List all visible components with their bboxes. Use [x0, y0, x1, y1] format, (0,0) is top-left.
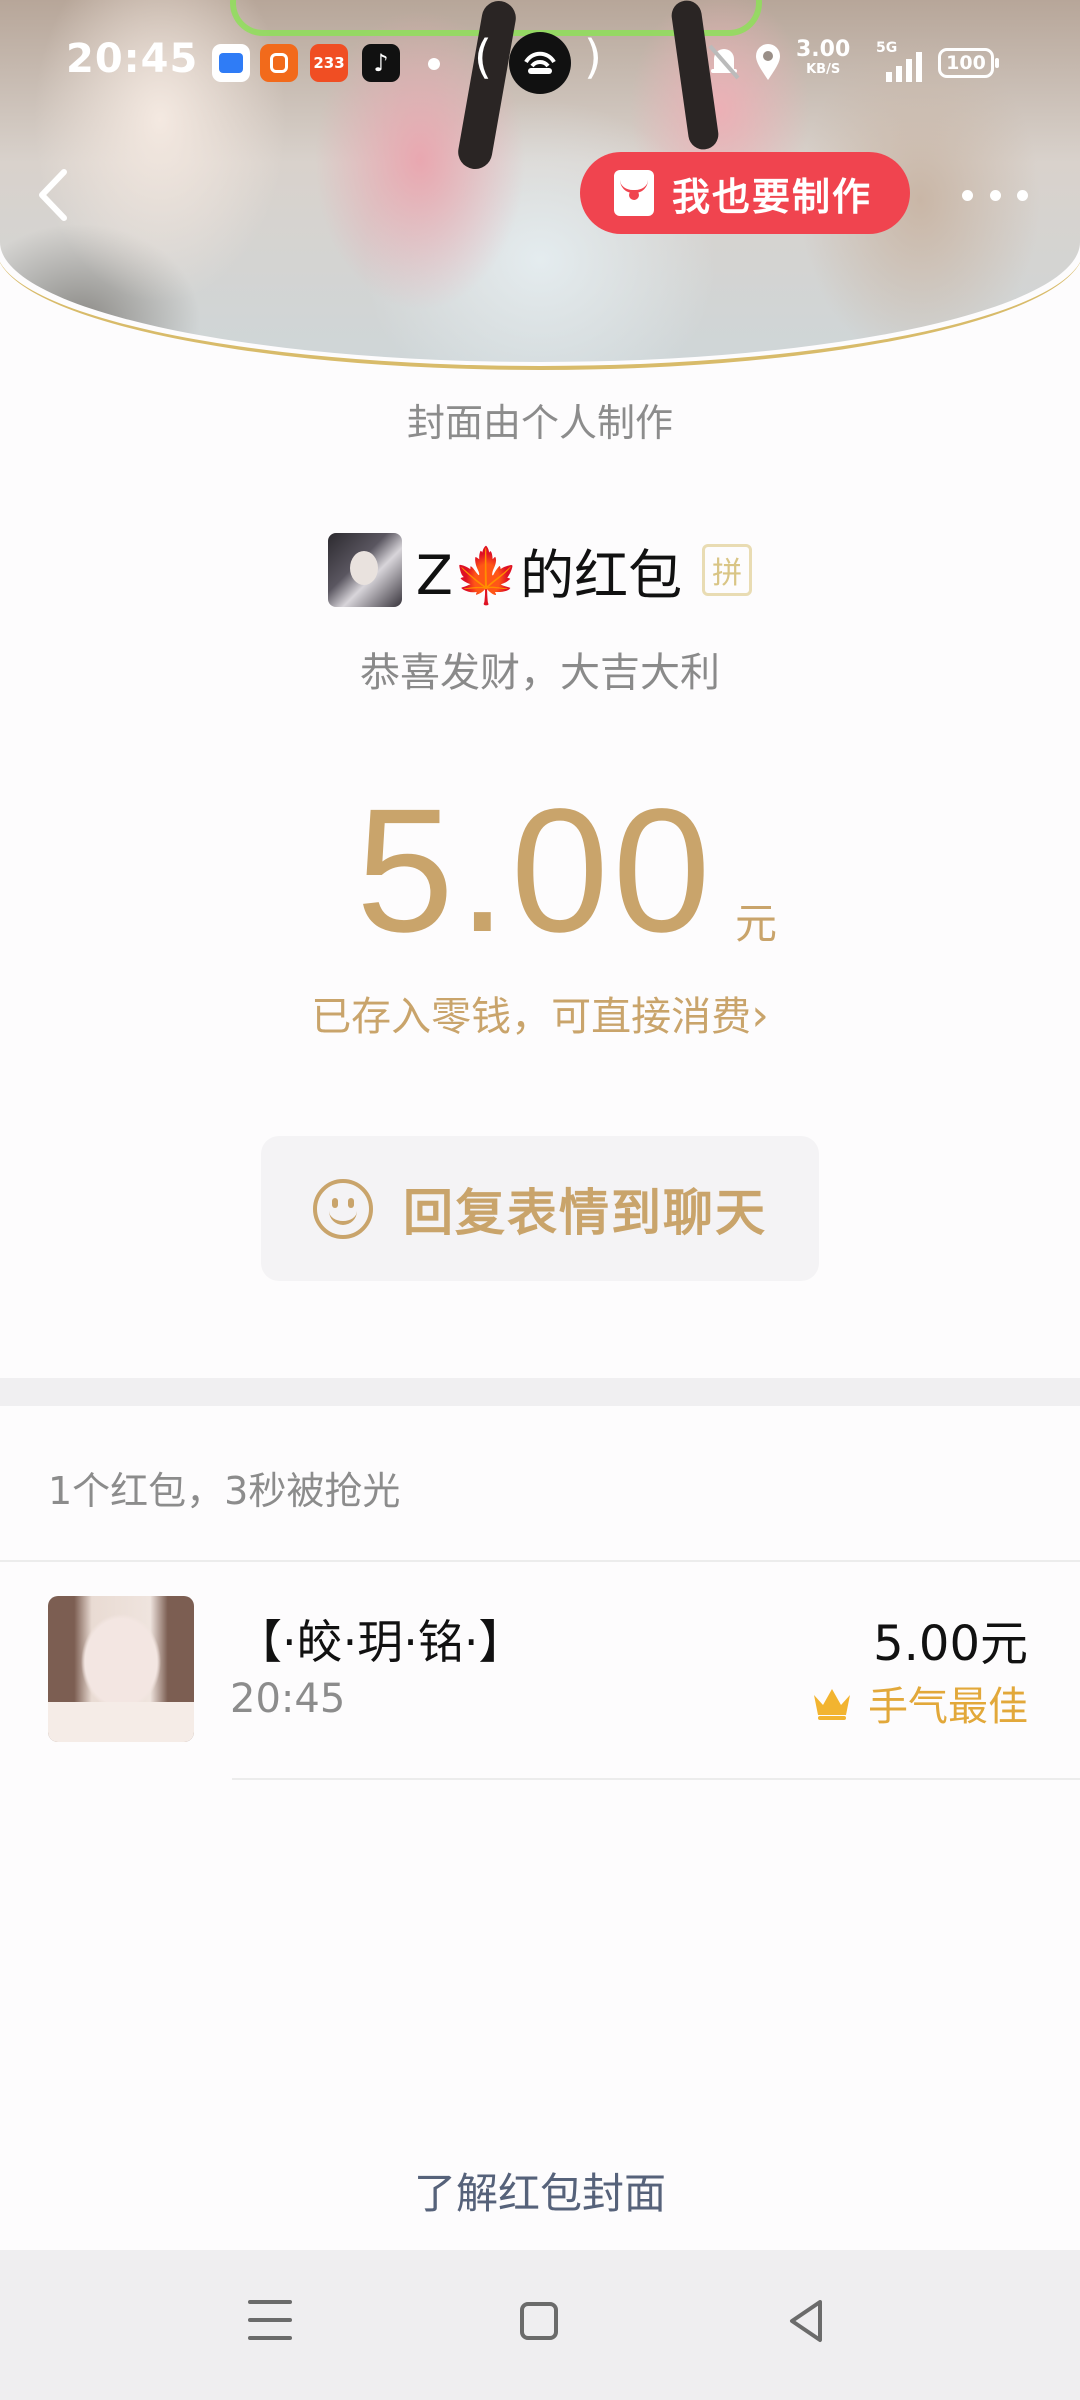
sender-row: Z🍁的红包 拼: [0, 530, 1080, 610]
section-divider: [0, 1378, 1080, 1406]
receive-time: 20:45: [230, 1676, 346, 1722]
avatar[interactable]: [48, 1596, 194, 1742]
reply-sticker-label: 回复表情到聊天: [403, 1183, 767, 1242]
system-nav-bar: [0, 2250, 1080, 2400]
battery-indicator: 100: [938, 48, 999, 78]
crown-icon: [814, 1689, 850, 1720]
more-dot-icon: [989, 189, 1001, 201]
more-dot-icon: [1017, 189, 1028, 201]
reply-sticker-button[interactable]: 回复表情到聊天: [261, 1136, 819, 1281]
recent-apps-button[interactable]: [248, 2300, 292, 2344]
recipient-amount: 5.00元: [873, 1616, 1028, 1672]
triangle-back-icon: [790, 2300, 822, 2342]
signal-icon: [884, 50, 924, 88]
tiktok-icon: ♪: [362, 44, 400, 82]
hotspot-icon: [509, 32, 571, 94]
make-cover-button[interactable]: 我也要制作: [580, 152, 910, 234]
home-button[interactable]: [520, 2302, 558, 2340]
chevron-right-icon: ›: [751, 990, 769, 1041]
system-back-button[interactable]: [786, 2296, 826, 2346]
status-bar: 20:45 233 ♪ ( ) 3.00 KB/S 5G 100: [0, 30, 1080, 96]
sender-avatar: [327, 533, 402, 607]
packet-summary: 1个红包，3秒被抢光: [48, 1469, 401, 1513]
wallet-link[interactable]: 已存入零钱，可直接消费›: [0, 984, 1080, 1042]
game-233-icon: 233: [310, 44, 348, 82]
chevron-left-icon: [39, 169, 67, 221]
sender-name: Z🍁的红包: [415, 543, 683, 607]
amount-unit: 元: [735, 899, 778, 948]
status-dot: [428, 58, 440, 70]
back-button[interactable]: [28, 160, 82, 230]
hotspot-bracket-right: ): [584, 30, 602, 84]
more-dot-icon: [962, 189, 973, 201]
status-time: 20:45: [66, 36, 199, 82]
wallet-link-label: 已存入零钱，可直接消费: [311, 994, 752, 1040]
location-icon: [752, 42, 784, 86]
group-tag-badge: 拼: [702, 544, 753, 596]
smiley-icon: [313, 1178, 373, 1239]
more-options-button[interactable]: [962, 170, 1028, 220]
divider: [232, 1778, 1080, 1780]
red-envelope-icon: [614, 170, 654, 216]
recipient-name: 【·皎·玥·铭·】: [236, 1615, 525, 1669]
make-cover-label: 我也要制作: [672, 174, 873, 219]
mute-bell-icon: [706, 42, 742, 86]
hotspot-bracket-left: (: [474, 30, 492, 84]
learn-cover-link[interactable]: 了解红包封面: [0, 2160, 1080, 2221]
blessing-message: 恭喜发财，大吉大利: [360, 650, 720, 696]
best-luck-badge: 手气最佳: [810, 1674, 1028, 1732]
best-luck-label: 手气最佳: [868, 1684, 1028, 1730]
orange-app-icon: [260, 44, 298, 82]
cover-note: 封面由个人制作: [406, 401, 673, 445]
network-speed: 3.00 KB/S: [796, 37, 851, 78]
received-amount: 5.00: [356, 773, 715, 969]
blue-app-icon: [212, 44, 250, 82]
list-item[interactable]: 【·皎·玥·铭·】 20:45 5.00元 手气最佳: [0, 1562, 1080, 1780]
